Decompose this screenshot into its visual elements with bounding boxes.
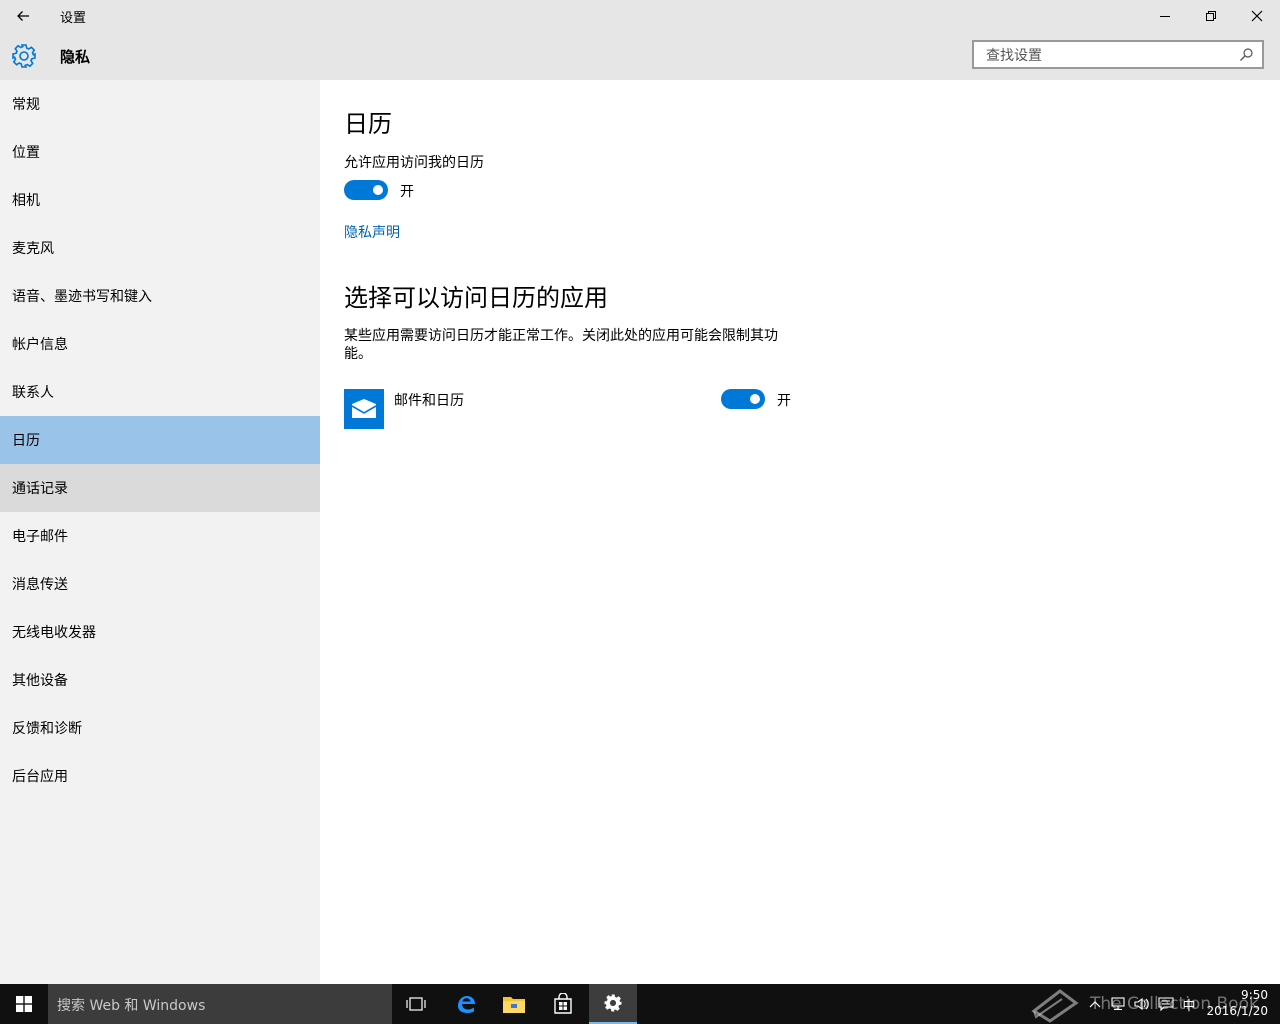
page-header: 隐私 xyxy=(60,48,91,66)
sidebar-item-location[interactable]: 位置 xyxy=(0,128,320,176)
minimize-icon xyxy=(1160,16,1170,17)
sidebar-item-other-devices[interactable]: 其他设备 xyxy=(0,656,320,704)
back-arrow-icon xyxy=(17,11,29,21)
store-button[interactable] xyxy=(539,984,587,1024)
window-title: 设置 xyxy=(60,11,87,26)
content-pane: 日历 允许应用访问我的日历 开 隐私声明 选择可以访问日历的应用 某些应用需要访… xyxy=(320,80,1280,984)
search-icon[interactable] xyxy=(1239,47,1254,62)
sidebar-item-messaging[interactable]: 消息传送 xyxy=(0,560,320,608)
calendar-access-toggle-state: 开 xyxy=(400,184,414,200)
allow-access-label: 允许应用访问我的日历 xyxy=(344,155,484,171)
book-icon xyxy=(1031,989,1079,1023)
show-hidden-icons-button[interactable] xyxy=(1084,984,1106,1024)
windows-logo-icon xyxy=(16,996,32,1012)
section-title: 选择可以访问日历的应用 xyxy=(344,284,608,312)
volume-button[interactable] xyxy=(1130,984,1154,1024)
privacy-statement-link[interactable]: 隐私声明 xyxy=(344,222,400,242)
taskbar: 搜索 Web 和 Windows The Collection Book 中 9… xyxy=(0,984,1280,1024)
sidebar-item-account-info[interactable]: 帐户信息 xyxy=(0,320,320,368)
store-bag-icon xyxy=(554,993,572,1014)
chevron-up-icon xyxy=(1089,1001,1101,1008)
title-bar: 设置 隐私 xyxy=(0,0,1280,80)
mail-calendar-toggle-state: 开 xyxy=(777,393,791,409)
toggle-knob xyxy=(373,185,383,195)
app-name-mail-calendar: 邮件和日历 xyxy=(394,393,464,409)
settings-search-box[interactable] xyxy=(972,40,1264,69)
settings-search-input[interactable] xyxy=(984,42,1238,69)
sidebar-item-camera[interactable]: 相机 xyxy=(0,176,320,224)
restore-button[interactable] xyxy=(1188,0,1234,32)
edge-browser-button[interactable] xyxy=(442,984,490,1024)
taskbar-search-box[interactable]: 搜索 Web 和 Windows xyxy=(48,984,392,1024)
sidebar-item-radios[interactable]: 无线电收发器 xyxy=(0,608,320,656)
clock[interactable]: 9:50 2016/1/20 xyxy=(1206,987,1268,1019)
edge-icon xyxy=(458,996,475,1013)
file-explorer-button[interactable] xyxy=(490,984,538,1024)
start-button[interactable] xyxy=(0,984,48,1024)
action-center-button[interactable] xyxy=(1154,984,1178,1024)
close-button[interactable] xyxy=(1234,0,1280,32)
sidebar-item-contacts[interactable]: 联系人 xyxy=(0,368,320,416)
task-view-icon xyxy=(406,997,426,1011)
sidebar-item-email[interactable]: 电子邮件 xyxy=(0,512,320,560)
section-description: 某些应用需要访问日历才能正常工作。关闭此处的应用可能会限制其功能。 xyxy=(344,328,778,362)
clock-date: 2016/1/20 xyxy=(1206,1004,1268,1018)
task-view-button[interactable] xyxy=(392,984,440,1024)
sidebar: 常规 位置 相机 麦克风 语音、墨迹书写和键入 帐户信息 联系人 日历 通话记录… xyxy=(0,80,320,984)
mail-calendar-toggle[interactable] xyxy=(721,389,765,409)
sidebar-item-microphone[interactable]: 麦克风 xyxy=(0,224,320,272)
sidebar-item-call-history[interactable]: 通话记录 xyxy=(0,464,320,512)
network-icon xyxy=(1111,997,1125,1010)
back-button[interactable] xyxy=(0,0,46,32)
ime-indicator[interactable]: 中 xyxy=(1178,984,1200,1024)
notification-icon xyxy=(1158,997,1174,1011)
settings-gear-icon xyxy=(604,994,622,1012)
clock-time: 9:50 xyxy=(1241,988,1268,1002)
sidebar-item-feedback-diagnostics[interactable]: 反馈和诊断 xyxy=(0,704,320,752)
sidebar-item-calendar[interactable]: 日历 xyxy=(0,416,320,464)
mail-calendar-icon xyxy=(344,389,384,429)
page-title: 日历 xyxy=(344,110,392,138)
settings-taskbar-button[interactable] xyxy=(589,984,637,1024)
gear-icon xyxy=(12,44,36,68)
network-button[interactable] xyxy=(1106,984,1130,1024)
taskbar-search-placeholder: 搜索 Web 和 Windows xyxy=(57,998,206,1014)
folder-icon xyxy=(503,997,525,1013)
close-icon xyxy=(1251,10,1263,22)
restore-icon xyxy=(1206,11,1216,21)
sidebar-item-general[interactable]: 常规 xyxy=(0,80,320,128)
speaker-icon xyxy=(1134,997,1149,1011)
minimize-button[interactable] xyxy=(1142,0,1188,32)
sidebar-item-background-apps[interactable]: 后台应用 xyxy=(0,752,320,800)
toggle-knob xyxy=(750,394,760,404)
sidebar-item-speech-inking-typing[interactable]: 语音、墨迹书写和键入 xyxy=(0,272,320,320)
calendar-access-toggle[interactable] xyxy=(344,180,388,200)
